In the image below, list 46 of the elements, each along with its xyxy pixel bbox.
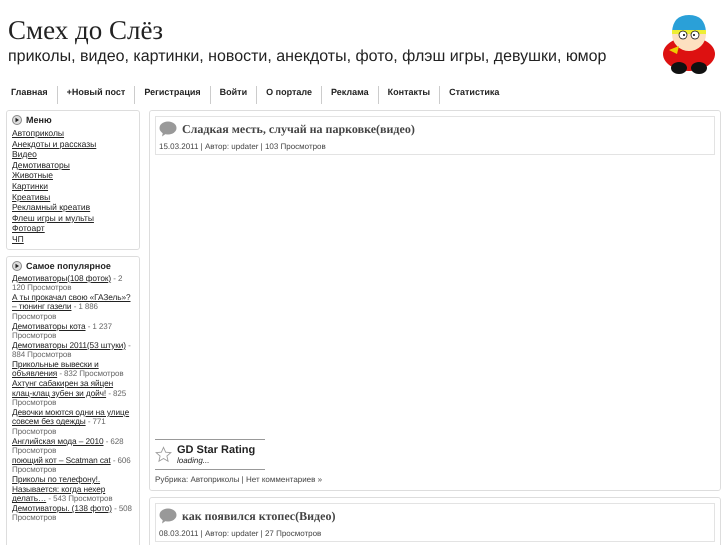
- nav-link[interactable]: Статистика: [439, 86, 508, 104]
- site-tagline: приколы, видео, картинки, новости, анекдоты, фото, флэш игры, девушки, юмор: [8, 48, 606, 66]
- popular-post-entry[interactable]: Демотиваторы 2011(53 штуки) - 884 Просмотров: [12, 340, 134, 360]
- speech-bubble-icon: [159, 508, 177, 524]
- panel-title: Меню: [26, 115, 52, 125]
- menu-link[interactable]: ЧП: [12, 234, 134, 245]
- post-meta: 08.03.2011 | Автор: updater | 27 Просмотров: [159, 529, 322, 538]
- post-title[interactable]: как появился ктопес(Видео): [182, 508, 336, 524]
- popular-post-entry[interactable]: Прикольные вывески и объявления - 832 Просмотров: [12, 360, 134, 380]
- star-icon[interactable]: [155, 446, 172, 463]
- nav-link[interactable]: Контакты: [378, 86, 440, 104]
- rating-title: GD Star Rating: [177, 444, 256, 456]
- post-footer: Рубрика: Автоприколы | Нет комментариев »: [155, 475, 715, 484]
- popular-post-entry[interactable]: А ты прокачал свою «ГАЗель»? – тюнинг газели - 1 886 Просмотров: [12, 292, 134, 322]
- popular-post-entry[interactable]: Демотиваторы. (138 фото) - 508 Просмотров: [12, 504, 134, 523]
- menu-link[interactable]: Рекламный креатив: [12, 202, 134, 213]
- menu-link[interactable]: Анекдоты и рассказы: [12, 138, 134, 150]
- play-bullet-icon: [12, 260, 22, 271]
- menu-link[interactable]: Животные: [12, 170, 134, 181]
- play-bullet-icon: [12, 115, 22, 125]
- popular-post-entry[interactable]: Приколы по телефону!. Называется: когда нехер делать… - 543 Просмотров: [12, 475, 134, 504]
- nav-link[interactable]: Войти: [210, 86, 256, 104]
- speech-bubble-icon: [159, 121, 177, 137]
- menu-link[interactable]: Картинки: [12, 180, 134, 192]
- panel-title: Самое популярное: [26, 260, 111, 271]
- popular-post-entry[interactable]: Демотиваторы(108 фоток) - 2 120 Просмотров: [12, 274, 134, 293]
- nav-link[interactable]: Главная: [3, 86, 57, 104]
- menu-link[interactable]: Фотоарт: [12, 223, 134, 234]
- popular-post-entry[interactable]: Девочки моются одни на улице совсем без одежды - 771 Просмотров: [12, 408, 134, 437]
- popular-post-entry[interactable]: Английская мода – 2010 - 628 Просмотров: [12, 436, 134, 456]
- nav-link[interactable]: О портале: [256, 86, 321, 104]
- post-meta: 15.03.2011 | Автор: updater | 103 Просмотров: [159, 142, 327, 151]
- nav-link[interactable]: Реклама: [320, 86, 378, 104]
- menu-link[interactable]: Видео: [12, 149, 134, 160]
- site-title: Смех до Слёз: [8, 14, 164, 46]
- nav-link[interactable]: Регистрация: [134, 86, 210, 104]
- menu-link[interactable]: Автоприколы: [12, 128, 134, 139]
- popular-post-entry[interactable]: поющий кот – Scatman cat - 606 Просмотров: [12, 456, 134, 475]
- popular-post-entry[interactable]: Ахтунг сабакирен за яйцен клац-клац зубен зи дойч! - 825 Просмотров: [12, 379, 134, 408]
- menu-link[interactable]: Флеш игры и мульты: [12, 212, 134, 224]
- menu-link[interactable]: Креативы: [12, 192, 134, 202]
- nav-link[interactable]: +Новый пост: [56, 86, 134, 104]
- menu-link[interactable]: Демотиваторы: [12, 160, 134, 170]
- popular-post-entry[interactable]: Демотиваторы кота - 1 237 Просмотров: [12, 322, 134, 341]
- rating-status: loading...: [177, 456, 210, 465]
- post-title[interactable]: Сладкая месть, случай на парковке(видео): [182, 122, 415, 136]
